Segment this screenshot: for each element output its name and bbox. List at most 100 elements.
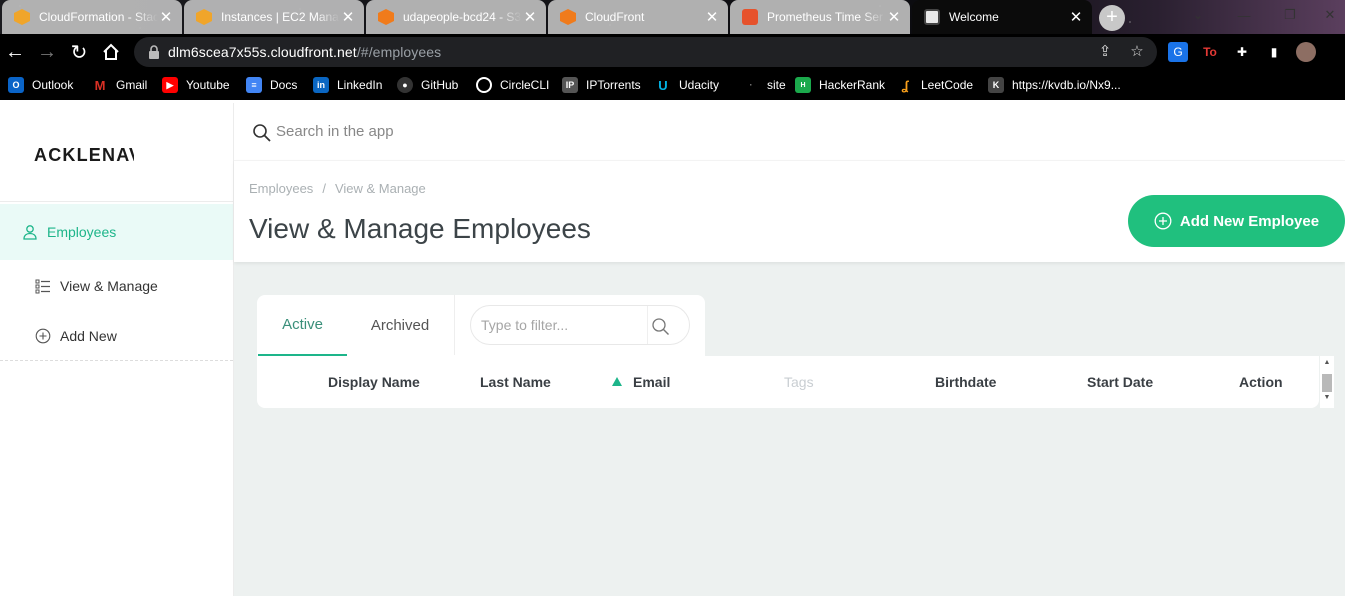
restore-icon[interactable]: ❐ [1272,0,1308,30]
bookmark-hackerrank[interactable]: H HackerRank [795,75,885,95]
breadcrumb-separator: / [322,181,326,196]
window-close-icon[interactable]: ✕ [1312,0,1345,30]
user-icon [21,223,39,241]
sort-ascending-icon [612,377,622,386]
reload-icon[interactable]: ↻ [66,39,92,65]
gmail-icon: M [92,77,108,93]
tab-title: CloudFront [585,10,645,24]
outlook-icon: O [8,77,24,93]
scroll-down-icon[interactable]: ▼ [1322,394,1332,401]
browser-tab-cloudfront[interactable]: CloudFront ✕ [548,0,728,34]
kvdb-icon: K [988,77,1004,93]
search-icon[interactable] [651,317,671,337]
bookmark-udacity[interactable]: U Udacity [655,75,719,95]
browser-tab-welcome[interactable]: Welcome ✕ [912,0,1092,34]
browser-toolbar: ← → ↻ dlm6scea7x55s.cloudfront.net/#/emp… [0,34,1345,70]
forward-icon[interactable]: → [34,39,60,65]
breadcrumb: Employees / View & Manage [249,181,426,196]
divider [0,201,233,202]
app-logo[interactable]: ACKLENAVENUE [34,145,134,166]
bookmark-gmail[interactable]: M Gmail [92,75,147,95]
docs-icon: ≡ [246,77,262,93]
profile-avatar[interactable] [1296,42,1316,62]
globe-icon [924,9,940,25]
new-tab-button[interactable]: + [1099,5,1125,31]
sidebar-item-employees[interactable]: Employees [0,204,233,260]
prometheus-icon [742,9,758,25]
tab-active[interactable]: Active [258,295,347,356]
site-icon: · [743,77,759,93]
tab-search-icon[interactable]: ⌄ [1180,0,1216,30]
share-icon[interactable]: ⇪ [1096,43,1114,61]
add-new-employee-button[interactable]: Add New Employee [1128,195,1345,247]
column-header-action: Action [1239,374,1283,390]
sidebar-item-label: Employees [47,224,117,240]
browser-tab-ec2[interactable]: Instances | EC2 Manag ✕ [184,0,364,34]
search-input[interactable]: Search in the app [276,123,394,140]
bookmark-iptorrents[interactable]: IP IPTorrents [562,75,641,95]
back-icon[interactable]: ← [2,39,28,65]
bookmark-kvdb[interactable]: Khttps://kvdb.io/Nx9... [988,75,1121,95]
column-header-email[interactable]: Email [612,374,670,390]
translate-extension-icon[interactable]: G [1168,42,1188,62]
close-icon[interactable]: ✕ [1068,8,1084,26]
tab-archived[interactable]: Archived [353,295,447,356]
lock-icon [149,45,159,59]
close-icon[interactable]: ✕ [522,8,538,26]
linkedin-icon: in [313,77,329,93]
tab-title: Welcome [949,10,999,24]
app-search-bar[interactable]: Search in the app [234,103,1345,160]
minimize-icon[interactable]: — [1226,0,1262,30]
app-sidebar: ACKLENAVENUE Employees View & Manage Add… [0,103,234,596]
scroll-up-icon[interactable]: ▲ [1322,359,1332,366]
breadcrumb-employees[interactable]: Employees [249,181,313,196]
browser-tab-strip: CloudFormation - Stac ✕ Instances | EC2 … [0,0,1345,34]
bookmark-linkedin[interactable]: in LinkedIn [313,75,382,95]
sidebar-item-view-manage[interactable]: View & Manage [0,268,233,304]
aws-orange-icon [560,9,576,25]
side-panel-icon[interactable]: ▮ [1264,42,1284,62]
close-icon[interactable]: ✕ [340,8,356,26]
filter-input[interactable]: Type to filter... [470,305,690,345]
bookmark-circleci[interactable]: CircleCLI [476,75,549,95]
bookmark-docs[interactable]: ≡ Docs [246,75,297,95]
leetcode-icon: ʆ [897,77,913,93]
extensions-puzzle-icon[interactable]: ✚ [1232,42,1252,62]
close-icon[interactable]: ✕ [886,8,902,26]
sidebar-item-label: View & Manage [60,278,158,294]
tab-title: udapeople-bcd24 - S3 [403,10,522,24]
close-icon[interactable]: ✕ [704,8,720,26]
bookmark-outlook[interactable]: O Outlook [8,75,73,95]
employee-tabs: Active Archived Type to filter... [257,295,705,357]
column-header-birthdate[interactable]: Birthdate [935,374,996,390]
sidebar-item-add-new[interactable]: Add New [0,318,233,354]
close-icon[interactable]: ✕ [158,8,174,26]
todoist-extension-icon[interactable]: To [1200,42,1220,62]
tab-title: CloudFormation - Stac [39,10,158,24]
table-scrollbar[interactable]: ▲ ▼ [1320,356,1334,408]
divider [0,360,233,361]
browser-tab-cloudformation[interactable]: CloudFormation - Stac ✕ [2,0,182,34]
scrollbar-thumb[interactable] [1322,374,1332,392]
column-header-last-name[interactable]: Last Name [480,374,551,390]
main-content: Search in the app Employees / View & Manag… [234,103,1345,596]
browser-tab-prometheus[interactable]: Prometheus Time Ser ✕ [730,0,910,34]
plus-circle-icon [34,327,52,345]
bookmark-star-icon[interactable]: ☆ [1128,43,1146,61]
github-icon: ● [397,77,413,93]
list-icon [34,277,52,295]
address-bar[interactable]: dlm6scea7x55s.cloudfront.net/#/employees… [134,37,1157,67]
bookmark-youtube[interactable]: ▶ Youtube [162,75,230,95]
browser-tab-s3[interactable]: udapeople-bcd24 - S3 ✕ [366,0,546,34]
page-title: View & Manage Employees [249,213,591,244]
bookmark-site[interactable]: · site [743,75,786,95]
column-header-start-date[interactable]: Start Date [1087,374,1153,390]
plus-circle-icon [1154,212,1172,230]
employees-table: Display Name Last Name Email Tags Birthd… [257,356,1319,408]
add-button-label: Add New Employee [1179,212,1320,230]
bookmark-leetcode[interactable]: ʆ LeetCode [897,75,973,95]
home-icon[interactable] [98,39,124,65]
bookmark-github[interactable]: ● GitHub [397,75,458,95]
divider [454,295,455,355]
column-header-display-name[interactable]: Display Name [328,374,420,390]
